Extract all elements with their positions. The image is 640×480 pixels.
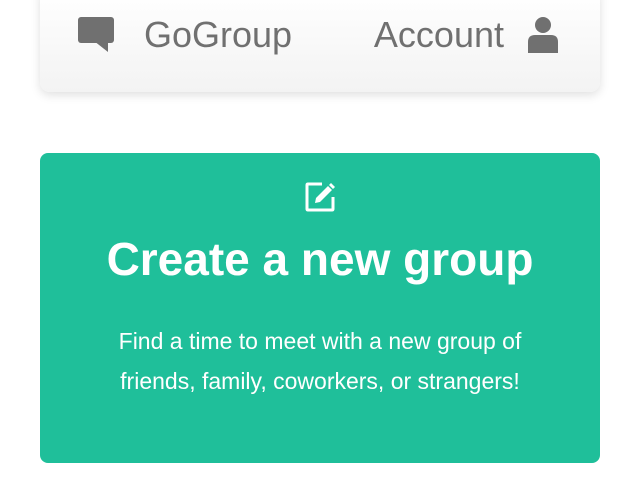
account-label: Account [373,14,504,55]
edit-icon [304,181,336,213]
brand-link[interactable]: GoGroup [78,14,292,56]
create-group-card[interactable]: Create a new group Find a time to meet w… [40,153,600,463]
card-description: Find a time to meet with a new group of … [118,328,522,394]
user-icon [526,16,560,54]
top-navbar: GoGroup Account [40,0,600,92]
brand-label: GoGroup [144,14,293,55]
card-title: Create a new group [106,233,534,285]
account-menu[interactable]: Account [374,14,560,56]
speech-bubble-icon [78,17,114,53]
